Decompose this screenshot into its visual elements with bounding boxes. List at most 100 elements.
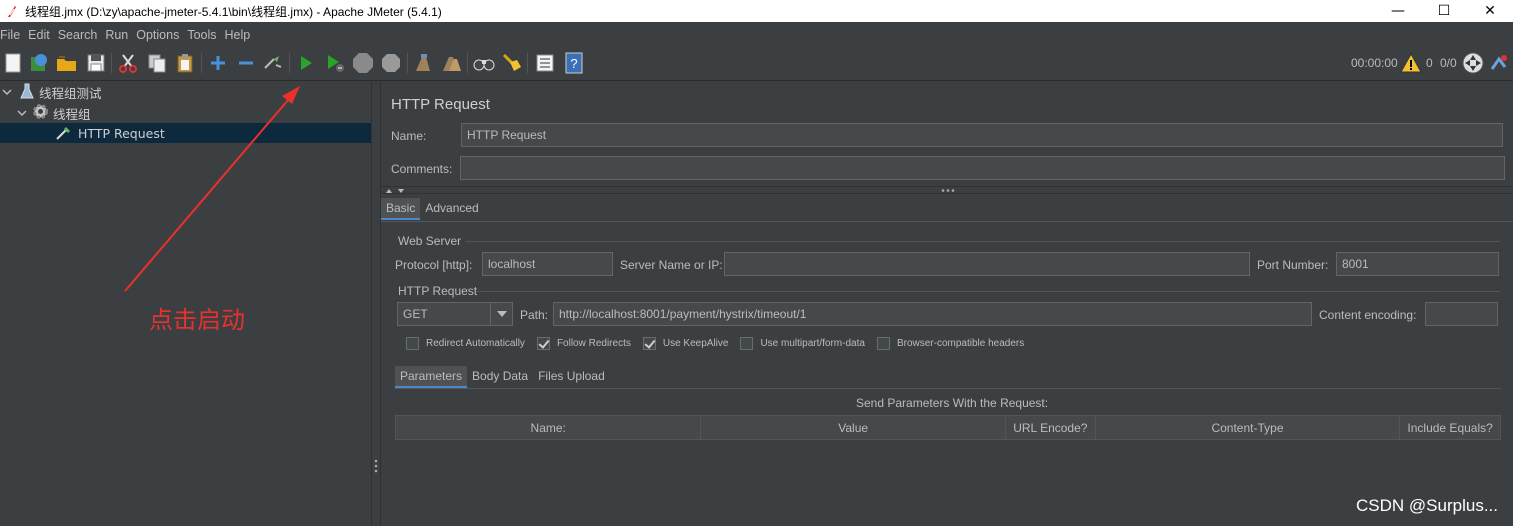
warning-count: 0 <box>1426 56 1433 70</box>
tree-node-thread-group[interactable]: 线程组 <box>14 103 91 123</box>
splitter-grip-icon[interactable] <box>374 458 378 474</box>
search-binoculars-icon[interactable] <box>473 52 495 74</box>
warning-icon[interactable] <box>1400 52 1422 74</box>
help-icon[interactable]: ? <box>563 52 585 74</box>
tree-node-http-request[interactable]: HTTP Request <box>0 123 371 143</box>
tab-body-data[interactable]: Body Data <box>467 366 533 388</box>
active-threads: 0/0 <box>1440 56 1457 70</box>
clear-all-icon[interactable] <box>441 52 463 74</box>
reset-search-broom-icon[interactable] <box>501 52 523 74</box>
column-value[interactable]: Value <box>701 416 1006 439</box>
clear-icon[interactable] <box>412 52 434 74</box>
annotation-label: 点击启动 <box>149 306 245 334</box>
name-field[interactable]: HTTP Request <box>461 123 1503 147</box>
checkbox-label: Redirect Automatically <box>426 338 525 349</box>
svg-text:?: ? <box>570 56 577 71</box>
checkbox-box[interactable] <box>536 337 550 350</box>
checkbox-box[interactable] <box>876 337 890 350</box>
follow-redirects-checkbox[interactable]: Follow Redirects <box>536 337 631 350</box>
menu-help[interactable]: Help <box>225 28 251 42</box>
maximize-button[interactable]: ☐ <box>1421 0 1467 22</box>
group-divider <box>476 291 1500 292</box>
comments-field[interactable] <box>460 156 1505 180</box>
menu-options[interactable]: Options <box>136 28 179 42</box>
open-icon[interactable] <box>56 52 78 74</box>
menu-file[interactable]: File <box>0 28 20 42</box>
menu-tools[interactable]: Tools <box>187 28 216 42</box>
remote-status-icon[interactable] <box>1462 52 1484 74</box>
flask-icon <box>20 83 34 102</box>
tree-node-label: HTTP Request <box>78 125 165 141</box>
tab-parameters[interactable]: Parameters <box>395 366 468 388</box>
tree-node-label: 线程组测试 <box>39 85 102 101</box>
new-icon[interactable] <box>2 52 24 74</box>
panel-title: HTTP Request <box>391 96 490 113</box>
http-options-row: Redirect Automatically Follow Redirects … <box>406 337 1036 350</box>
horizontal-splitter[interactable] <box>381 186 1513 194</box>
chevron-down-icon[interactable] <box>490 303 512 325</box>
tab-files-upload[interactable]: Files Upload <box>533 366 610 388</box>
multipart-form-data-checkbox[interactable]: Use multipart/form-data <box>740 337 865 350</box>
server-name-field[interactable] <box>724 252 1250 276</box>
jmeter-feather-icon <box>5 4 19 18</box>
tab-basic[interactable]: Basic <box>381 198 421 220</box>
port-number-field[interactable]: 8001 <box>1336 252 1499 276</box>
start-no-pauses-icon[interactable] <box>324 52 346 74</box>
close-button[interactable]: ✕ <box>1467 0 1513 22</box>
column-content-type[interactable]: Content-Type <box>1096 416 1401 439</box>
tree-node-label: 线程组 <box>53 106 91 122</box>
path-label: Path: <box>520 308 549 322</box>
method-select[interactable]: GET <box>397 302 513 326</box>
gear-icon <box>32 103 49 123</box>
collapse-minus-icon[interactable] <box>235 52 257 74</box>
save-icon[interactable] <box>85 52 107 74</box>
logviewer-icon[interactable] <box>1488 52 1510 74</box>
copy-icon[interactable] <box>146 52 168 74</box>
tree-node-test-plan[interactable]: 线程组测试 <box>0 82 102 102</box>
checkbox-box[interactable] <box>642 337 656 350</box>
pipette-icon <box>55 124 73 143</box>
checkbox-box[interactable] <box>740 337 754 350</box>
menu-edit[interactable]: Edit <box>28 28 50 42</box>
parameters-table-header: Name: Value URL Encode? Content-Type Inc… <box>395 415 1501 440</box>
column-include-equals[interactable]: Include Equals? <box>1400 416 1500 439</box>
elapsed-timer: 00:00:00 <box>1351 56 1398 70</box>
stop-icon[interactable] <box>352 52 374 74</box>
protocol-label: Protocol [http]: <box>395 258 473 272</box>
checkbox-label: Use multipart/form-data <box>760 338 865 349</box>
paste-icon[interactable] <box>174 52 196 74</box>
path-field[interactable]: http://localhost:8001/payment/hystrix/ti… <box>553 302 1312 326</box>
content-encoding-field[interactable] <box>1425 302 1498 326</box>
templates-icon[interactable] <box>28 52 50 74</box>
toolbar: ? 00:00:00 0 0/0 <box>0 45 1513 81</box>
browser-compatible-headers-checkbox[interactable]: Browser-compatible headers <box>876 337 1025 350</box>
name-label: Name: <box>391 129 427 143</box>
protocol-field[interactable]: localhost <box>482 252 613 276</box>
window-title: 线程组.jmx (D:\zy\apache-jmeter-5.4.1\bin\线… <box>25 4 442 19</box>
shutdown-icon[interactable] <box>380 52 402 74</box>
column-url-encode[interactable]: URL Encode? <box>1006 416 1096 439</box>
parameters-caption: Send Parameters With the Request: <box>856 396 1049 410</box>
checkbox-box[interactable] <box>406 337 419 350</box>
menu-run[interactable]: Run <box>105 28 128 42</box>
server-name-label: Server Name or IP: <box>620 258 723 272</box>
checkbox-label: Browser-compatible headers <box>896 338 1025 349</box>
toggle-wand-icon[interactable] <box>262 52 284 74</box>
tab-advanced[interactable]: Advanced <box>420 198 483 220</box>
watermark: CSDN @Surplus... <box>1356 496 1498 515</box>
checkbox-label: Use KeepAlive <box>662 338 729 349</box>
tab-underline <box>381 221 1513 222</box>
function-helper-icon[interactable] <box>534 52 556 74</box>
use-keepalive-checkbox[interactable]: Use KeepAlive <box>642 337 729 350</box>
method-value: GET <box>403 307 428 321</box>
redirect-automatically-checkbox[interactable]: Redirect Automatically <box>406 337 525 350</box>
chevron-down-icon[interactable] <box>17 106 29 121</box>
cut-icon[interactable] <box>117 52 139 74</box>
column-name[interactable]: Name: <box>396 416 702 439</box>
expand-plus-icon[interactable] <box>207 52 229 74</box>
minimize-button[interactable]: — <box>1375 0 1421 22</box>
chevron-down-icon[interactable] <box>2 85 14 100</box>
start-icon[interactable] <box>295 52 317 74</box>
menu-search[interactable]: Search <box>58 28 98 42</box>
comments-label: Comments: <box>391 162 453 176</box>
